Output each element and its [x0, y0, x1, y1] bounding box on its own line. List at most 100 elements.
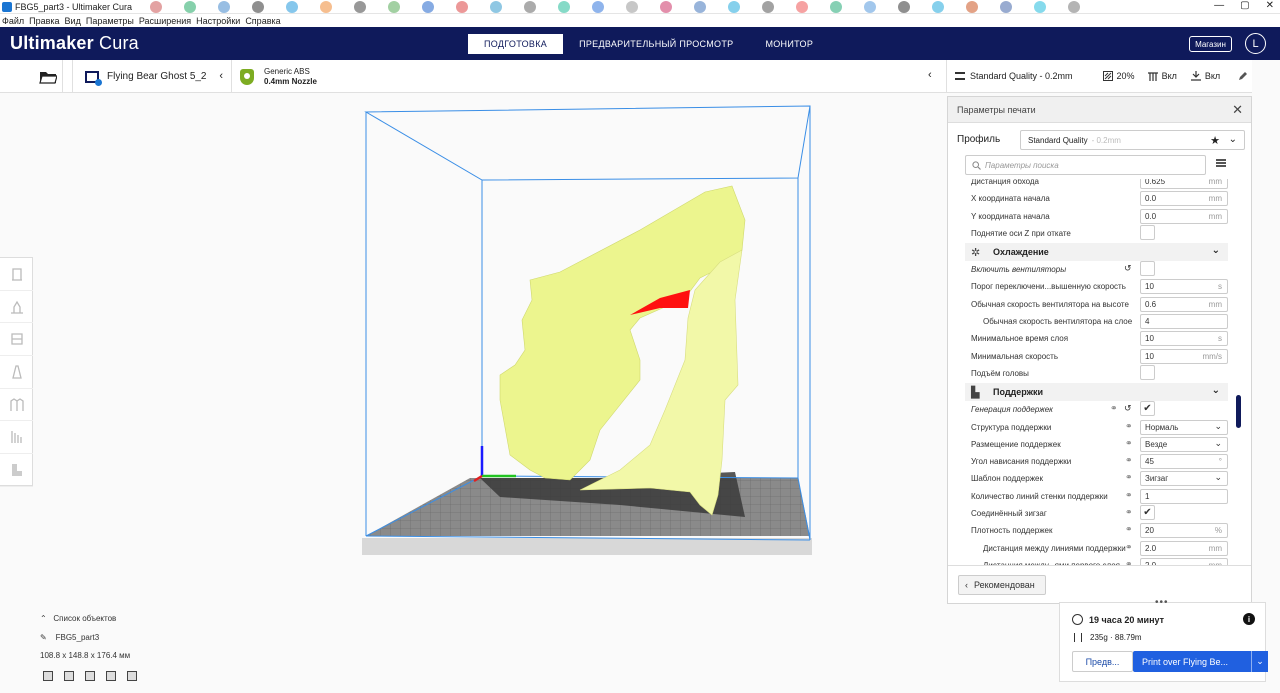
account-avatar[interactable]: L	[1245, 33, 1266, 54]
chevron-left-icon[interactable]: ‹	[928, 69, 932, 81]
close-icon[interactable]: ✕	[1232, 102, 1243, 118]
setting-input[interactable]: 20%	[1140, 523, 1228, 539]
drag-handle-icon[interactable]: •••	[1155, 597, 1169, 608]
setting-row: Подъём головы	[948, 364, 1248, 382]
view-front-icon[interactable]	[64, 671, 74, 681]
link-icon[interactable]: ⚭	[1125, 542, 1133, 553]
mirror-tool[interactable]	[0, 356, 33, 389]
tab-prepare[interactable]: ПОДГОТОВКА	[468, 34, 564, 54]
object-name-row[interactable]: ✎ FBG5_part3	[40, 633, 99, 642]
per-model-icon	[9, 397, 24, 411]
menu-file[interactable]: Файл	[2, 16, 24, 26]
maximize-button[interactable]: ▢	[1240, 0, 1249, 11]
setting-checkbox[interactable]: ✔	[1140, 505, 1155, 521]
view-right-icon[interactable]	[127, 671, 137, 681]
object-list-toggle[interactable]: ⌃ Список объектов	[40, 614, 116, 623]
support-blocker-tool[interactable]	[0, 421, 33, 455]
setting-input[interactable]: 0.0 mm	[1140, 208, 1228, 224]
setting-row: Структура поддержки ⚭ Нормаль ⌄	[948, 419, 1248, 436]
link-icon[interactable]: ⚭	[1125, 507, 1133, 518]
settings-search-input[interactable]: Параметры поиска	[965, 155, 1206, 175]
recommended-mode-button[interactable]: ‹ Рекомендован	[958, 575, 1046, 595]
menu-edit[interactable]: Правка	[29, 16, 59, 26]
setting-checkbox[interactable]	[1140, 261, 1155, 277]
link-icon[interactable]: ⚭	[1110, 403, 1118, 414]
settings-category[interactable]: ▙ Поддержки ⌄	[965, 383, 1228, 402]
tab-preview[interactable]: ПРЕДВАРИТЕЛЬНЫЙ ПРОСМОТР	[563, 34, 749, 54]
setting-input[interactable]: 0.0 mm	[1140, 191, 1228, 207]
setting-row: Включить вентиляторы ↺	[948, 261, 1248, 278]
printer-selector[interactable]: Flying Bear Ghost 5_2 ‹	[72, 60, 232, 93]
adhesion-icon	[1190, 71, 1201, 81]
scale-tool[interactable]	[0, 291, 33, 324]
view-top-icon[interactable]	[85, 671, 95, 681]
menu-help[interactable]: Справка	[245, 16, 280, 26]
link-icon[interactable]: ⚭	[1125, 524, 1133, 535]
menu-settings[interactable]: Параметры	[86, 16, 134, 26]
3d-viewport[interactable]	[350, 100, 820, 560]
setting-unit: mm	[1208, 179, 1222, 186]
setting-input[interactable]: 0.6 mm	[1140, 296, 1228, 312]
setting-input[interactable]: 45 °	[1140, 454, 1228, 470]
minimize-button[interactable]: —	[1214, 0, 1224, 11]
setting-label: Угол нависания поддержки	[971, 457, 1072, 467]
profile-select[interactable]: Standard Quality - 0.2mm ★ ⌄	[1020, 130, 1245, 150]
move-tool[interactable]	[0, 258, 33, 291]
material-selector[interactable]: Generic ABS 0.4mm Nozzle	[240, 60, 317, 93]
setting-input[interactable]: 10 s	[1140, 279, 1228, 295]
menu-extensions[interactable]: Расширения	[139, 16, 191, 26]
print-button[interactable]: Print over Flying Be...	[1133, 651, 1253, 672]
setting-value: 10	[1145, 282, 1154, 292]
adhesion-value: Вкл	[1204, 71, 1221, 81]
lay-flat-tool[interactable]	[0, 454, 33, 487]
setting-input[interactable]: 4	[1140, 314, 1228, 330]
cura-app-icon	[2, 1, 12, 12]
setting-input[interactable]: 10 s	[1140, 331, 1228, 347]
setting-checkbox[interactable]	[1140, 364, 1155, 380]
print-settings-summary[interactable]: Standard Quality - 0.2mm 20% Вкл Вкл	[946, 60, 1252, 93]
scale-icon	[10, 300, 23, 314]
link-icon[interactable]: ⚭	[1125, 455, 1133, 466]
setting-select[interactable]: Зигзаг ⌄	[1140, 471, 1228, 487]
link-icon[interactable]: ⚭	[1125, 472, 1133, 483]
setting-input[interactable]: 2.0mm	[1140, 540, 1228, 556]
settings-scrollbar[interactable]	[1236, 395, 1241, 428]
reset-icon[interactable]: ↺	[1124, 263, 1132, 274]
menu-preferences[interactable]: Настройки	[196, 16, 240, 26]
settings-visibility-menu[interactable]	[1216, 159, 1226, 167]
view-3d-icon[interactable]	[43, 671, 53, 681]
chevron-down-icon: ⌄	[1214, 437, 1222, 448]
link-icon[interactable]: ⚭	[1125, 490, 1133, 501]
marketplace-button[interactable]: Магазин	[1189, 36, 1232, 52]
link-icon[interactable]: ⚭	[1125, 421, 1133, 432]
open-file-button[interactable]	[33, 60, 63, 93]
chevron-down-icon: ⌄	[1228, 134, 1237, 145]
setting-select[interactable]: Везде ⌄	[1140, 436, 1228, 452]
menu-view[interactable]: Вид	[65, 16, 81, 26]
tab-monitor[interactable]: МОНИТОР	[749, 34, 829, 54]
preview-button[interactable]: Предв...	[1072, 651, 1133, 672]
folder-icon	[38, 71, 57, 84]
setting-checkbox[interactable]: ✔	[1140, 401, 1155, 417]
setting-input[interactable]: 2.0mm	[1140, 557, 1228, 565]
setting-select[interactable]: Нормаль ⌄	[1140, 419, 1228, 435]
reset-icon[interactable]: ↺	[1124, 403, 1132, 414]
star-icon[interactable]: ★	[1210, 134, 1220, 147]
browser-tab-strip	[150, 1, 1170, 13]
setting-input[interactable]: 1	[1140, 488, 1228, 504]
setting-input[interactable]: 0.625 mm	[1140, 179, 1228, 189]
settings-category[interactable]: ✲ Охлаждение ⌄	[965, 243, 1228, 262]
setting-value: Нормаль	[1145, 422, 1179, 432]
print-options-dropdown[interactable]: ⌄	[1251, 651, 1268, 672]
setting-row: Шаблон поддержек ⚭ Зигзаг ⌄	[948, 470, 1248, 487]
close-window-button[interactable]: ✕	[1266, 0, 1274, 11]
info-icon[interactable]: i	[1243, 613, 1255, 625]
setting-checkbox[interactable]	[1140, 224, 1155, 240]
setting-label: Дистанция обхода	[971, 179, 1039, 186]
move-icon	[11, 268, 22, 281]
rotate-tool[interactable]	[0, 323, 33, 357]
setting-input[interactable]: 10 mm/s	[1140, 348, 1228, 364]
link-icon[interactable]: ⚭	[1125, 438, 1133, 449]
per-model-settings-tool[interactable]	[0, 389, 33, 422]
view-left-icon[interactable]	[106, 671, 116, 681]
